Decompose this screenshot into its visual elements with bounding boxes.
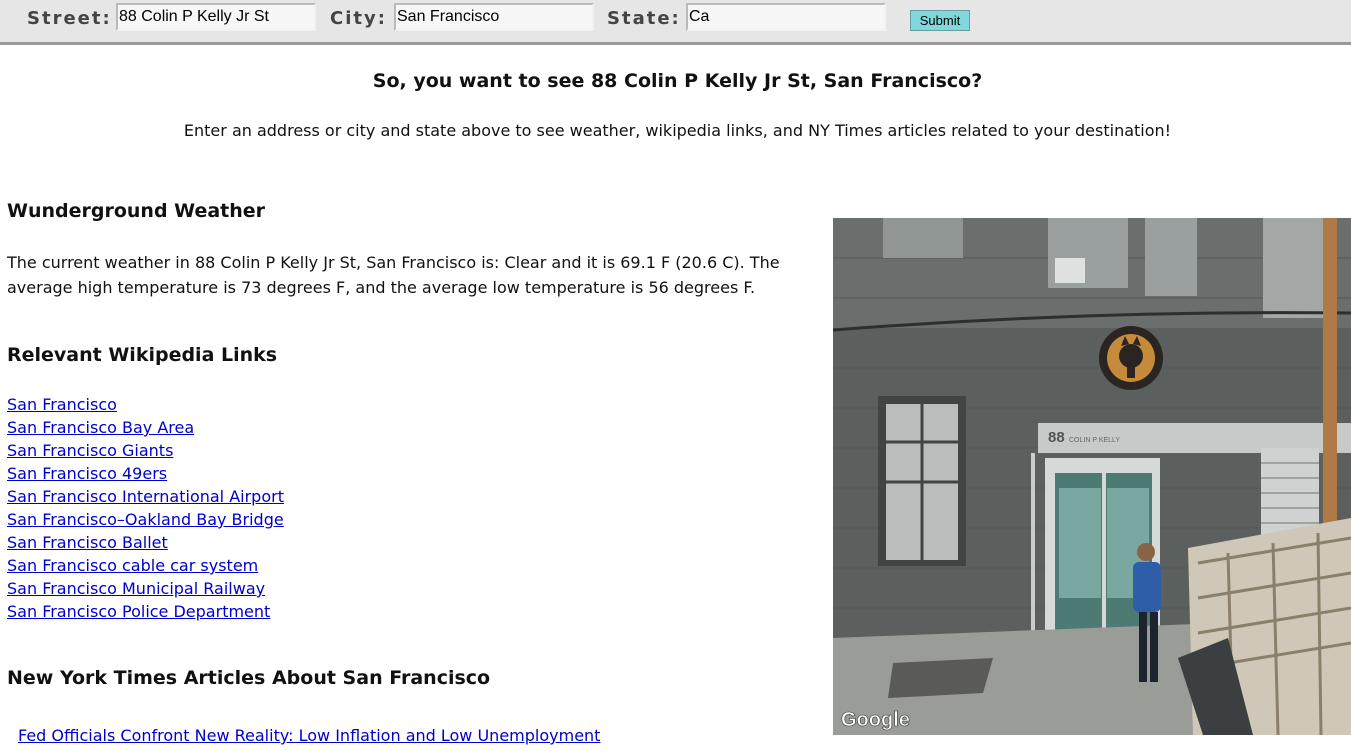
- list-item: San Francisco: [7, 393, 284, 416]
- address-search-bar: Street: City: State: Submit: [0, 0, 1351, 45]
- street-label: Street:: [27, 8, 112, 29]
- wikipedia-heading: Relevant Wikipedia Links: [7, 344, 278, 366]
- list-item: San Francisco Bay Area: [7, 416, 284, 439]
- weather-description: The current weather in 88 Colin P Kelly …: [7, 253, 780, 297]
- city-input[interactable]: [394, 3, 594, 31]
- weather-heading: Wunderground Weather: [7, 200, 266, 222]
- wikipedia-link[interactable]: San Francisco cable car system: [7, 556, 258, 575]
- wikipedia-link[interactable]: San Francisco Giants: [7, 441, 173, 460]
- address-sign-street: COLIN P KELLY: [1069, 437, 1120, 444]
- wikipedia-link[interactable]: San Francisco: [7, 395, 117, 414]
- wikipedia-link[interactable]: San Francisco–Oakland Bay Bridge: [7, 510, 284, 529]
- nyt-heading: New York Times Articles About San Franci…: [7, 667, 491, 689]
- list-item: San Francisco International Airport: [7, 485, 284, 508]
- wikipedia-link[interactable]: San Francisco Bay Area: [7, 418, 194, 437]
- state-input[interactable]: [686, 3, 886, 31]
- page-title: So, you want to see 88 Colin P Kelly Jr …: [372, 70, 983, 92]
- list-item: San Francisco Municipal Railway: [7, 577, 284, 600]
- intro-text: Enter an address or city and state above…: [183, 121, 1172, 140]
- list-item: San Francisco Giants: [7, 439, 284, 462]
- submit-button[interactable]: Submit: [910, 10, 970, 31]
- list-item: San Francisco Ballet: [7, 531, 284, 554]
- list-item: San Francisco cable car system: [7, 554, 284, 577]
- nyt-article-link[interactable]: Fed Officials Confront New Reality: Low …: [18, 726, 600, 745]
- wikipedia-link[interactable]: San Francisco Police Department: [7, 602, 270, 621]
- wikipedia-link[interactable]: San Francisco Municipal Railway: [7, 579, 265, 598]
- wikipedia-link[interactable]: San Francisco Ballet: [7, 533, 168, 552]
- address-sign-number: 88: [1048, 429, 1065, 446]
- list-item: San Francisco 49ers: [7, 462, 284, 485]
- wikipedia-link[interactable]: San Francisco International Airport: [7, 487, 284, 506]
- wikipedia-link-list: San Francisco San Francisco Bay Area San…: [7, 393, 284, 623]
- wikipedia-link[interactable]: San Francisco 49ers: [7, 464, 167, 483]
- street-view-image: 88 COLIN P KELLY Google: [833, 218, 1351, 735]
- city-label: City:: [330, 8, 387, 29]
- state-label: State:: [607, 8, 681, 29]
- list-item: San Francisco–Oakland Bay Bridge: [7, 508, 284, 531]
- google-watermark: Google: [841, 709, 910, 731]
- list-item: San Francisco Police Department: [7, 600, 284, 623]
- street-input[interactable]: [116, 3, 316, 31]
